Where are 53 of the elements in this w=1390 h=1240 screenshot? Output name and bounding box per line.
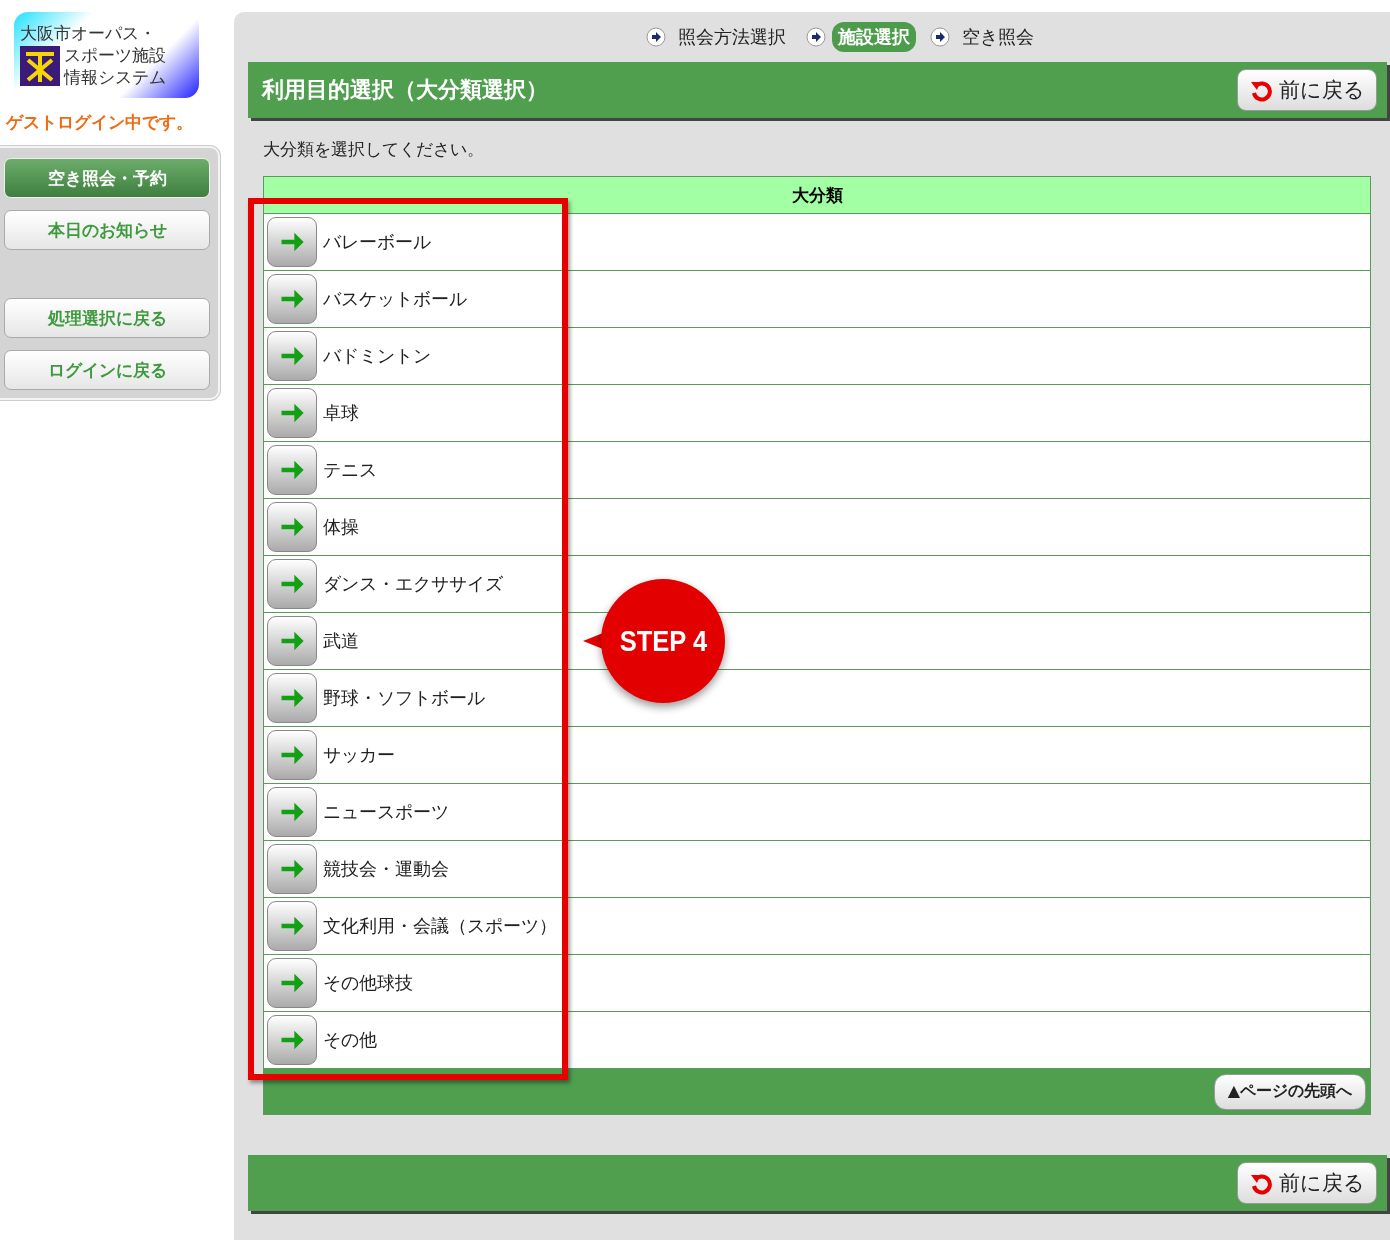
select-button[interactable] <box>267 958 317 1008</box>
page-top-button[interactable]: ▲ページの先頭へ <box>1214 1073 1366 1110</box>
category-label: 競技会・運動会 <box>323 857 449 881</box>
category-label: バスケットボール <box>323 287 467 311</box>
select-button[interactable] <box>267 274 317 324</box>
undo-icon <box>1249 78 1273 102</box>
logo-text: 情報システム <box>64 66 166 88</box>
column-header: 大分類 <box>264 177 1370 214</box>
select-button[interactable] <box>267 844 317 894</box>
menu-button[interactable]: 空き照会・予約 <box>4 158 210 198</box>
select-button[interactable] <box>267 730 317 780</box>
back-button[interactable]: 前に戻る <box>1237 1162 1377 1204</box>
arrow-circle-icon <box>646 27 666 47</box>
category-label: 武道 <box>323 629 359 653</box>
nav-button[interactable]: ログインに戻る <box>4 350 210 390</box>
category-label: 野球・ソフトボール <box>323 686 485 710</box>
logo-text: 大阪市オーパス・ <box>20 22 156 44</box>
menu-button[interactable]: 本日のお知らせ <box>4 210 210 250</box>
select-button[interactable] <box>267 673 317 723</box>
select-button[interactable] <box>267 559 317 609</box>
step-label: 空き照会 <box>961 25 1035 49</box>
category-label: ダンス・エクササイズ <box>323 572 503 596</box>
category-label: 卓球 <box>323 401 359 425</box>
category-label: 体操 <box>323 515 359 539</box>
arrow-circle-icon <box>806 27 826 47</box>
page-title: 利用目的選択（大分類選択） <box>262 76 548 104</box>
select-button[interactable] <box>267 445 317 495</box>
select-button[interactable] <box>267 502 317 552</box>
back-button[interactable]: 前に戻る <box>1237 69 1377 111</box>
category-label: サッカー <box>323 743 395 767</box>
logo-text: スポーツ施設 <box>64 44 166 66</box>
step-label: 照会方法選択 <box>677 25 787 49</box>
city-emblem-icon <box>20 46 60 86</box>
select-button[interactable] <box>267 388 317 438</box>
category-label: その他 <box>323 1028 377 1052</box>
select-button[interactable] <box>267 331 317 381</box>
category-label: その他球技 <box>323 971 413 995</box>
category-label: ニュースポーツ <box>323 800 449 824</box>
category-label: バドミントン <box>323 344 431 368</box>
select-button[interactable] <box>267 1015 317 1065</box>
category-label: 文化利用・会議（スポーツ） <box>323 914 557 938</box>
select-button[interactable] <box>267 616 317 666</box>
arrow-circle-icon <box>930 27 950 47</box>
instruction-text: 大分類を選択してください。 <box>263 138 485 161</box>
undo-icon <box>1249 1171 1273 1195</box>
category-label: テニス <box>323 458 377 482</box>
step-label: 施設選択 <box>832 22 916 52</box>
select-button[interactable] <box>267 901 317 951</box>
select-button[interactable] <box>267 217 317 267</box>
login-status: ゲストログイン中です。 <box>6 111 194 134</box>
select-button[interactable] <box>267 787 317 837</box>
nav-button[interactable]: 処理選択に戻る <box>4 298 210 338</box>
category-label: バレーボール <box>323 230 431 254</box>
